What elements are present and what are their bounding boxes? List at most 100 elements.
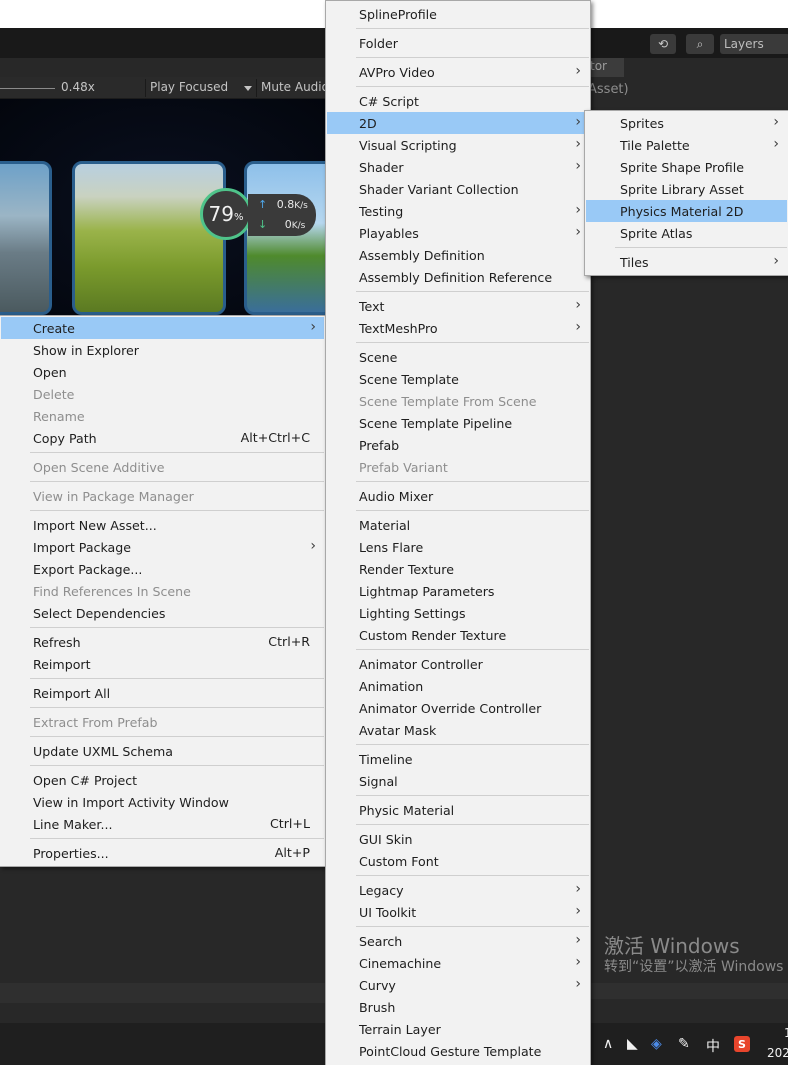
menu-item-custom-font[interactable]: Custom Font	[327, 850, 589, 872]
menu-item-view-in-import-activity-window[interactable]: View in Import Activity Window	[1, 791, 324, 813]
menu-item-reimport[interactable]: Reimport	[1, 653, 324, 675]
menu-item-textmeshpro[interactable]: TextMeshPro ›	[327, 317, 589, 339]
menu-item-sprite-shape-profile[interactable]: Sprite Shape Profile	[586, 156, 787, 178]
menu-item-assembly-definition[interactable]: Assembly Definition	[327, 244, 589, 266]
context-menu: Create › Show in Explorer Open Delete Rename C…	[0, 315, 326, 867]
menu-item-label: Line Maker...	[33, 816, 113, 832]
menu-item-import-new-asset[interactable]: Import New Asset...	[1, 514, 324, 536]
menu-item-timeline[interactable]: Timeline	[327, 748, 589, 770]
wifi-icon[interactable]: ◣	[627, 1036, 638, 1052]
menu-item-ui-toolkit[interactable]: UI Toolkit ›	[327, 901, 589, 923]
menu-item-create[interactable]: Create ›	[1, 317, 324, 339]
menu-item-lighting-settings[interactable]: Lighting Settings	[327, 602, 589, 624]
menu-item-label: Shader Variant Collection	[359, 181, 519, 197]
menu-item-open[interactable]: Open	[1, 361, 324, 383]
menu-item-audio-mixer[interactable]: Audio Mixer	[327, 485, 589, 507]
menu-item-material[interactable]: Material	[327, 514, 589, 536]
menu-item-label: Lens Flare	[359, 539, 424, 555]
menu-item-shortcut: Ctrl+L	[270, 816, 310, 831]
menu-item-tile-palette[interactable]: Tile Palette ›	[586, 134, 787, 156]
chevron-right-icon: ›	[575, 114, 581, 130]
menu-item-animator-override-controller[interactable]: Animator Override Controller	[327, 697, 589, 719]
clock-time[interactable]: 1	[784, 1026, 788, 1040]
menu-item-curvy[interactable]: Curvy ›	[327, 974, 589, 996]
menu-item-animator-controller[interactable]: Animator Controller	[327, 653, 589, 675]
menu-item-cinemachine[interactable]: Cinemachine ›	[327, 952, 589, 974]
menu-item-refresh[interactable]: Refresh Ctrl+R	[1, 631, 324, 653]
menu-item-shader[interactable]: Shader ›	[327, 156, 589, 178]
chevron-down-icon[interactable]	[244, 86, 252, 91]
menu-item-find-references-in-scene[interactable]: Find References In Scene	[1, 580, 324, 602]
menu-item-properties[interactable]: Properties... Alt+P	[1, 842, 324, 864]
menu-item-brush[interactable]: Brush	[327, 996, 589, 1018]
menu-item-playables[interactable]: Playables ›	[327, 222, 589, 244]
menu-item-legacy[interactable]: Legacy ›	[327, 879, 589, 901]
search-icon[interactable]: ⌕	[686, 34, 714, 54]
menu-item-rename[interactable]: Rename	[1, 405, 324, 427]
menu-item-render-texture[interactable]: Render Texture	[327, 558, 589, 580]
menu-item-view-in-package-manager[interactable]: View in Package Manager	[1, 485, 324, 507]
menu-item-import-package[interactable]: Import Package ›	[1, 536, 324, 558]
menu-item-shader-variant-collection[interactable]: Shader Variant Collection	[327, 178, 589, 200]
tab-inspector[interactable]: tor	[588, 58, 624, 77]
zoom-slider[interactable]	[0, 88, 55, 89]
menu-item-custom-render-texture[interactable]: Custom Render Texture	[327, 624, 589, 646]
menu-item-splineprofile[interactable]: SplineProfile	[327, 3, 589, 25]
menu-item-lens-flare[interactable]: Lens Flare	[327, 536, 589, 558]
menu-item-prefab[interactable]: Prefab	[327, 434, 589, 456]
menu-item-label: Properties...	[33, 845, 109, 861]
menu-item-open-scene-additive[interactable]: Open Scene Additive	[1, 456, 324, 478]
history-icon[interactable]: ⟲	[650, 34, 676, 54]
menu-item-open-c-project[interactable]: Open C# Project	[1, 769, 324, 791]
ime-indicator[interactable]: 中	[706, 1036, 720, 1056]
menu-separator	[30, 510, 324, 511]
menu-item-reimport-all[interactable]: Reimport All	[1, 682, 324, 704]
menu-item-tiles[interactable]: Tiles ›	[586, 251, 787, 273]
menu-item-physics-material-2d[interactable]: Physics Material 2D	[586, 200, 787, 222]
layers-dropdown[interactable]: Layers	[720, 34, 788, 54]
menu-item-c-script[interactable]: C# Script	[327, 90, 589, 112]
menu-item-visual-scripting[interactable]: Visual Scripting ›	[327, 134, 589, 156]
menu-item-avatar-mask[interactable]: Avatar Mask	[327, 719, 589, 741]
menu-item-scene-template-from-scene[interactable]: Scene Template From Scene	[327, 390, 589, 412]
menu-item-show-in-explorer[interactable]: Show in Explorer	[1, 339, 324, 361]
menu-item-lightmap-parameters[interactable]: Lightmap Parameters	[327, 580, 589, 602]
pen-icon[interactable]: ✎	[678, 1036, 690, 1052]
menu-item-extract-from-prefab[interactable]: Extract From Prefab	[1, 711, 324, 733]
menu-item-delete[interactable]: Delete	[1, 383, 324, 405]
menu-item-label: GUI Skin	[359, 831, 413, 847]
menu-item-terrain-layer[interactable]: Terrain Layer	[327, 1018, 589, 1040]
menu-item-avpro-video[interactable]: AVPro Video ›	[327, 61, 589, 83]
menu-item-copy-path[interactable]: Copy Path Alt+Ctrl+C	[1, 427, 324, 449]
play-focused-dropdown[interactable]: Play Focused	[150, 80, 228, 94]
menu-item-select-dependencies[interactable]: Select Dependencies	[1, 602, 324, 624]
menu-item-update-uxml-schema[interactable]: Update UXML Schema	[1, 740, 324, 762]
menu-item-physic-material[interactable]: Physic Material	[327, 799, 589, 821]
menu-item-pointcloud-gesture-template[interactable]: PointCloud Gesture Template	[327, 1040, 589, 1062]
menu-item-folder[interactable]: Folder	[327, 32, 589, 54]
menu-item-text[interactable]: Text ›	[327, 295, 589, 317]
menu-item-label: SplineProfile	[359, 6, 437, 22]
menu-item-assembly-definition-reference[interactable]: Assembly Definition Reference	[327, 266, 589, 288]
menu-item-animation[interactable]: Animation	[327, 675, 589, 697]
menu-item-export-package[interactable]: Export Package...	[1, 558, 324, 580]
menu-item-line-maker[interactable]: Line Maker... Ctrl+L	[1, 813, 324, 835]
menu-item-sprites[interactable]: Sprites ›	[586, 112, 787, 134]
menu-item-2d[interactable]: 2D ›	[327, 112, 589, 134]
chevron-up-icon[interactable]: ∧	[603, 1036, 613, 1052]
menu-item-gui-skin[interactable]: GUI Skin	[327, 828, 589, 850]
menu-item-prefab-variant[interactable]: Prefab Variant	[327, 456, 589, 478]
menu-item-scene-template-pipeline[interactable]: Scene Template Pipeline	[327, 412, 589, 434]
menu-item-testing[interactable]: Testing ›	[327, 200, 589, 222]
menu-item-sprite-library-asset[interactable]: Sprite Library Asset	[586, 178, 787, 200]
menu-item-scene-template[interactable]: Scene Template	[327, 368, 589, 390]
shield-icon[interactable]: ◈	[651, 1036, 662, 1052]
menu-item-sprite-atlas[interactable]: Sprite Atlas	[586, 222, 787, 244]
menu-item-scene[interactable]: Scene	[327, 346, 589, 368]
chevron-right-icon: ›	[575, 903, 581, 919]
menu-item-signal[interactable]: Signal	[327, 770, 589, 792]
sogou-input-icon[interactable]: S	[734, 1036, 750, 1052]
mute-audio-toggle[interactable]: Mute Audio	[261, 80, 326, 94]
clock-date[interactable]: 202	[767, 1046, 788, 1060]
menu-item-search[interactable]: Search ›	[327, 930, 589, 952]
